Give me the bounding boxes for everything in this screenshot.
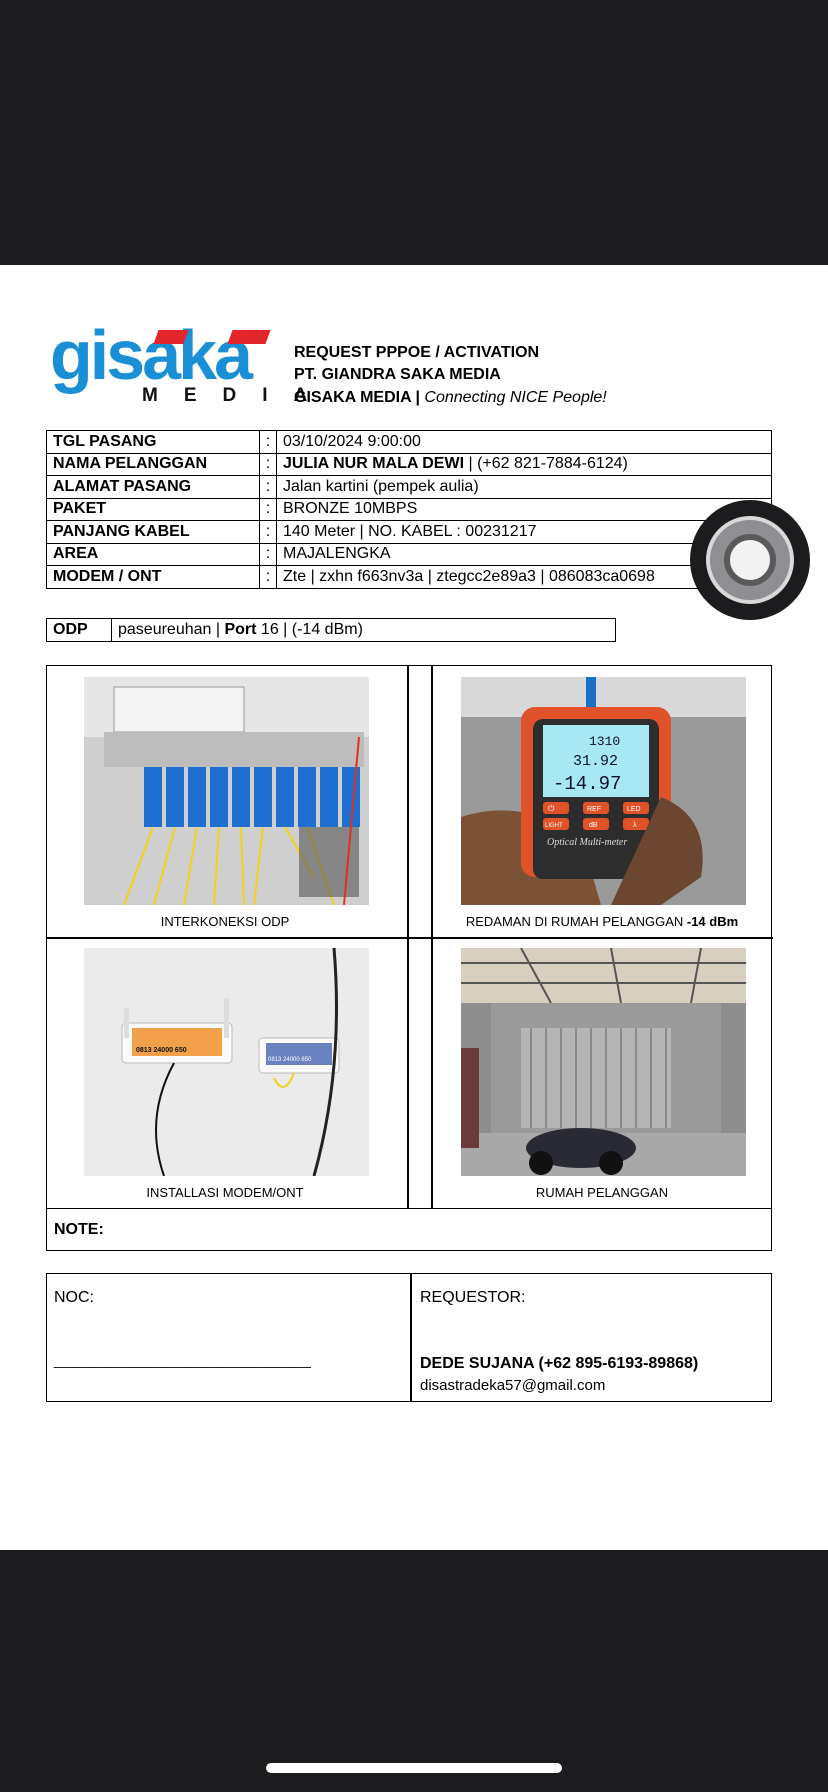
signature-block: NOC: _________________________________ R…	[46, 1273, 772, 1402]
info-value: 03/10/2024 9:00:00	[276, 430, 772, 454]
customer-name: JULIA NUR MALA DEWI	[283, 455, 465, 473]
svg-text:-14.97: -14.97	[553, 773, 621, 795]
info-row: PAKET : BRONZE 10MBPS	[46, 497, 772, 521]
svg-text:0813 24000 650: 0813 24000 650	[268, 1057, 312, 1063]
info-value: JULIA NUR MALA DEWI | (+62 821-7884-6124…	[276, 452, 772, 476]
header-line-1: REQUEST PPPOE / ACTIVATION	[294, 344, 540, 361]
svg-text:1310: 1310	[589, 734, 620, 749]
photo-odp-interconnect[interactable]	[84, 677, 369, 905]
note-field: NOTE:	[46, 1208, 772, 1251]
logo-word: gisaka	[50, 316, 253, 394]
photo-caption: RUMAH PELANGGAN	[535, 1185, 669, 1200]
info-row: MODEM / ONT : Zte | zxhn f663nv3a | zteg…	[46, 565, 772, 589]
photo-caption: INSTALLASI MODEM/ONT	[146, 1185, 304, 1200]
odp-label: ODP	[46, 618, 112, 642]
svg-text:31.92: 31.92	[573, 753, 618, 770]
assistive-touch-core	[724, 534, 776, 586]
info-key: TGL PASANG	[46, 430, 260, 454]
info-colon: :	[259, 520, 277, 544]
requestor-label: REQUESTOR:	[420, 1289, 526, 1306]
info-key: PAKET	[46, 497, 260, 521]
svg-text:REF: REF	[587, 806, 601, 813]
svg-text:LIGHT: LIGHT	[545, 823, 563, 829]
odp-value: paseureuhan | Port 16 | (-14 dBm)	[111, 618, 616, 642]
customer-phone: | (+62 821-7884-6124)	[464, 455, 628, 473]
logo-accent	[227, 330, 271, 344]
info-colon: :	[259, 475, 277, 499]
home-indicator[interactable]	[266, 1763, 562, 1773]
info-row: TGL PASANG : 03/10/2024 9:00:00	[46, 430, 772, 454]
port-value: 16 | (-14 dBm)	[260, 621, 363, 638]
photo-caption: INTERKONEKSI ODP	[160, 914, 290, 929]
info-value: BRONZE 10MBPS	[276, 497, 772, 521]
info-value: Jalan kartini (pempek aulia)	[276, 475, 772, 499]
noc-label: NOC:	[54, 1289, 94, 1306]
svg-text:⏻: ⏻	[548, 804, 555, 813]
photo-grid: INTERKONEKSI ODP 1310 31.92 -14.97 ⏻ REF…	[46, 665, 773, 1209]
grid-divider	[47, 937, 773, 939]
photo-caption: REDAMAN DI RUMAH PELANGGAN -14 dBm	[465, 914, 739, 929]
info-key: NAMA PELANGGAN	[46, 452, 260, 476]
noc-signature-line: _________________________________	[54, 1352, 311, 1368]
info-key: AREA	[46, 542, 260, 566]
info-colon: :	[259, 565, 277, 589]
svg-text:Optical Multi-meter: Optical Multi-meter	[547, 837, 627, 848]
photo-power-meter[interactable]: 1310 31.92 -14.97 ⏻ REF LED LIGHT dB λ O…	[461, 677, 746, 905]
photo-customer-house[interactable]	[461, 948, 746, 1176]
odp-table: ODP paseureuhan | Port 16 | (-14 dBm)	[46, 618, 616, 642]
info-key: MODEM / ONT	[46, 565, 260, 589]
svg-text:0813 24000 650: 0813 24000 650	[136, 1047, 187, 1054]
port-label: Port	[224, 621, 257, 638]
photo-modem-installation[interactable]: 0813 24000 650 0813 24000 650	[84, 948, 369, 1176]
header-line-3: GISAKA MEDIA | Connecting NICE People!	[294, 389, 607, 406]
info-colon: :	[259, 452, 277, 476]
info-row: NAMA PELANGGAN : JULIA NUR MALA DEWI | (…	[46, 452, 772, 476]
info-colon: :	[259, 430, 277, 454]
sig-divider	[410, 1274, 412, 1401]
assistive-touch-button[interactable]	[690, 500, 810, 620]
assistive-touch-ring	[706, 516, 794, 604]
header-line-2: PT. GIANDRA SAKA MEDIA	[294, 366, 501, 383]
gisaka-logo: gisaka MEDIA	[50, 320, 307, 406]
svg-text:λ: λ	[633, 822, 637, 829]
info-colon: :	[259, 497, 277, 521]
info-row: ALAMAT PASANG : Jalan kartini (pempek au…	[46, 475, 772, 499]
logo-accent	[153, 330, 189, 344]
info-row: AREA : MAJALENGKA	[46, 542, 772, 566]
installation-info-table: TGL PASANG : 03/10/2024 9:00:00 NAMA PEL…	[46, 430, 772, 589]
info-colon: :	[259, 542, 277, 566]
info-key: PANJANG KABEL	[46, 520, 260, 544]
info-row: PANJANG KABEL : 140 Meter | NO. KABEL : …	[46, 520, 772, 544]
requestor-name: DEDE SUJANA (+62 895-6193-89868)	[420, 1355, 699, 1372]
requestor-email[interactable]: disastradeka57@gmail.com	[420, 1376, 605, 1396]
info-key: ALAMAT PASANG	[46, 475, 260, 499]
svg-text:LED: LED	[627, 806, 641, 813]
svg-text:dB: dB	[589, 822, 598, 829]
